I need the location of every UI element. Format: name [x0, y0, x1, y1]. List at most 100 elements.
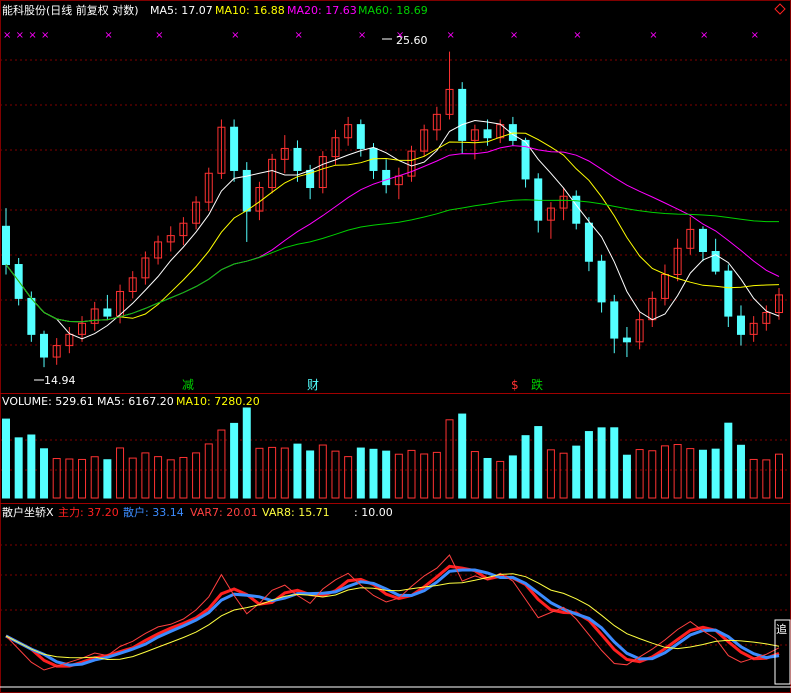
volume-bar-up: [154, 456, 163, 499]
candle-down: [610, 301, 619, 339]
volume-bar-up: [52, 458, 61, 499]
grid-lines: [0, 59, 791, 646]
volume-bar-up: [192, 452, 201, 499]
x-marker: ×: [16, 30, 24, 41]
volume-bar-down: [458, 413, 467, 499]
volume-bar-down: [14, 437, 23, 499]
volume-bar-up: [775, 453, 783, 499]
volume-bar-down: [736, 444, 745, 499]
volume-bar-down: [698, 449, 707, 499]
volume-label: VOLUME: 529.61: [2, 395, 94, 408]
volume-bar-down: [711, 448, 720, 499]
indicator-zhuli: 主力: 37.20: [58, 506, 119, 519]
candles: [2, 51, 783, 368]
volume-bar-up: [179, 456, 188, 499]
volume-bar-down: [622, 454, 631, 499]
volume-bar-down: [597, 427, 606, 499]
candle-down: [458, 88, 467, 141]
volume-bar-up: [344, 456, 353, 499]
volume-bar-down: [382, 450, 391, 499]
volume-bar-up: [686, 448, 695, 499]
volume-ma10-label: MA10: 7280.20: [176, 395, 260, 408]
ma60-label: MA60: 18.69: [358, 4, 428, 17]
volume-bar-up: [78, 458, 87, 499]
volume-bar-down: [306, 450, 315, 499]
moving-average-lines: [5, 119, 780, 340]
x-marker: ×: [649, 30, 657, 41]
candle-down: [736, 315, 745, 335]
volume-bar-up: [204, 443, 213, 499]
volume-bar-up: [470, 451, 479, 499]
event-label-cai: 财: [307, 378, 319, 392]
diamond-icon[interactable]: [774, 3, 786, 15]
volume-bar-down: [572, 445, 581, 499]
volume-bar-down: [521, 435, 530, 499]
volume-bar-up: [65, 458, 74, 499]
ma20-line: [5, 145, 780, 323]
volume-bar-up: [445, 419, 454, 499]
candle-down: [584, 222, 593, 262]
volume-bar-up: [268, 446, 277, 499]
candle-down: [622, 337, 631, 343]
candle-down: [382, 169, 391, 186]
indicator-sanhu: 散户: 33.14: [123, 505, 184, 519]
candle-down: [40, 333, 49, 358]
volume-bar-up: [673, 444, 682, 499]
indicator-name: 散户坐轿X: [2, 505, 54, 519]
volume-bar-up: [648, 450, 657, 499]
volume-bar-down: [230, 422, 239, 499]
x-marker: ×: [294, 30, 302, 41]
candle-down: [2, 225, 10, 266]
candle-down: [230, 126, 239, 171]
x-marker: ×: [358, 30, 366, 41]
x-marker: ×: [28, 30, 36, 41]
volume-bar-down: [2, 418, 10, 499]
stock-chart[interactable]: × × × × × × × × × × × × × × × × 能科股份(日线 前复权 对数) MA5: 17…: [0, 0, 791, 693]
x-marker: ×: [3, 30, 11, 41]
volume-bar-up: [762, 459, 771, 499]
low-price-label: 14.94: [44, 374, 76, 387]
event-label-die: 跌: [531, 377, 543, 392]
candle-down: [597, 260, 606, 303]
candle-down: [483, 129, 492, 139]
volume-bar-up: [331, 450, 340, 499]
high-price-label: 25.60: [396, 34, 428, 47]
volume-bar-up: [318, 444, 327, 499]
volume-bar-up: [559, 452, 568, 499]
x-marker: ×: [41, 30, 49, 41]
volume-bar-up: [420, 453, 429, 499]
volume-bar-up: [546, 449, 555, 499]
volume-bar-up: [141, 452, 150, 499]
x-marker: ×: [104, 30, 112, 41]
x-marker: ×: [510, 30, 518, 41]
volume-bar-down: [242, 407, 251, 499]
indicator-extra: : 10.00: [354, 506, 393, 519]
volume-ma5-label: MA5: 6167.20: [97, 395, 174, 408]
x-marker: ×: [700, 30, 708, 41]
ma5-line: [5, 119, 780, 340]
x-marker: ×: [573, 30, 581, 41]
var8-line: [5, 573, 780, 661]
candle-down: [724, 270, 733, 317]
volume-bar-down: [369, 448, 378, 499]
x-marker: ×: [231, 30, 239, 41]
volume-bar-down: [103, 459, 112, 499]
indicator-var7: VAR7: 20.01: [190, 506, 258, 519]
ma60-line: [5, 199, 779, 323]
volume-bar-up: [166, 459, 175, 499]
volume-bar-up: [255, 447, 264, 499]
ma10-line: [5, 132, 780, 323]
candle-down: [534, 178, 543, 221]
volume-bar-down: [610, 427, 619, 499]
volume-bar-down: [293, 443, 302, 499]
volume-bar-up: [749, 458, 758, 499]
x-marker: ×: [447, 30, 455, 41]
volume-bar-down: [27, 434, 36, 499]
candle-down: [293, 147, 302, 171]
ma5-label: MA5: 17.07: [150, 4, 213, 17]
volume-bar-up: [394, 453, 403, 499]
candle-down: [103, 308, 112, 317]
right-edge-label: 追: [776, 622, 787, 636]
candle-down: [356, 124, 365, 149]
volume-bar-down: [483, 457, 492, 499]
